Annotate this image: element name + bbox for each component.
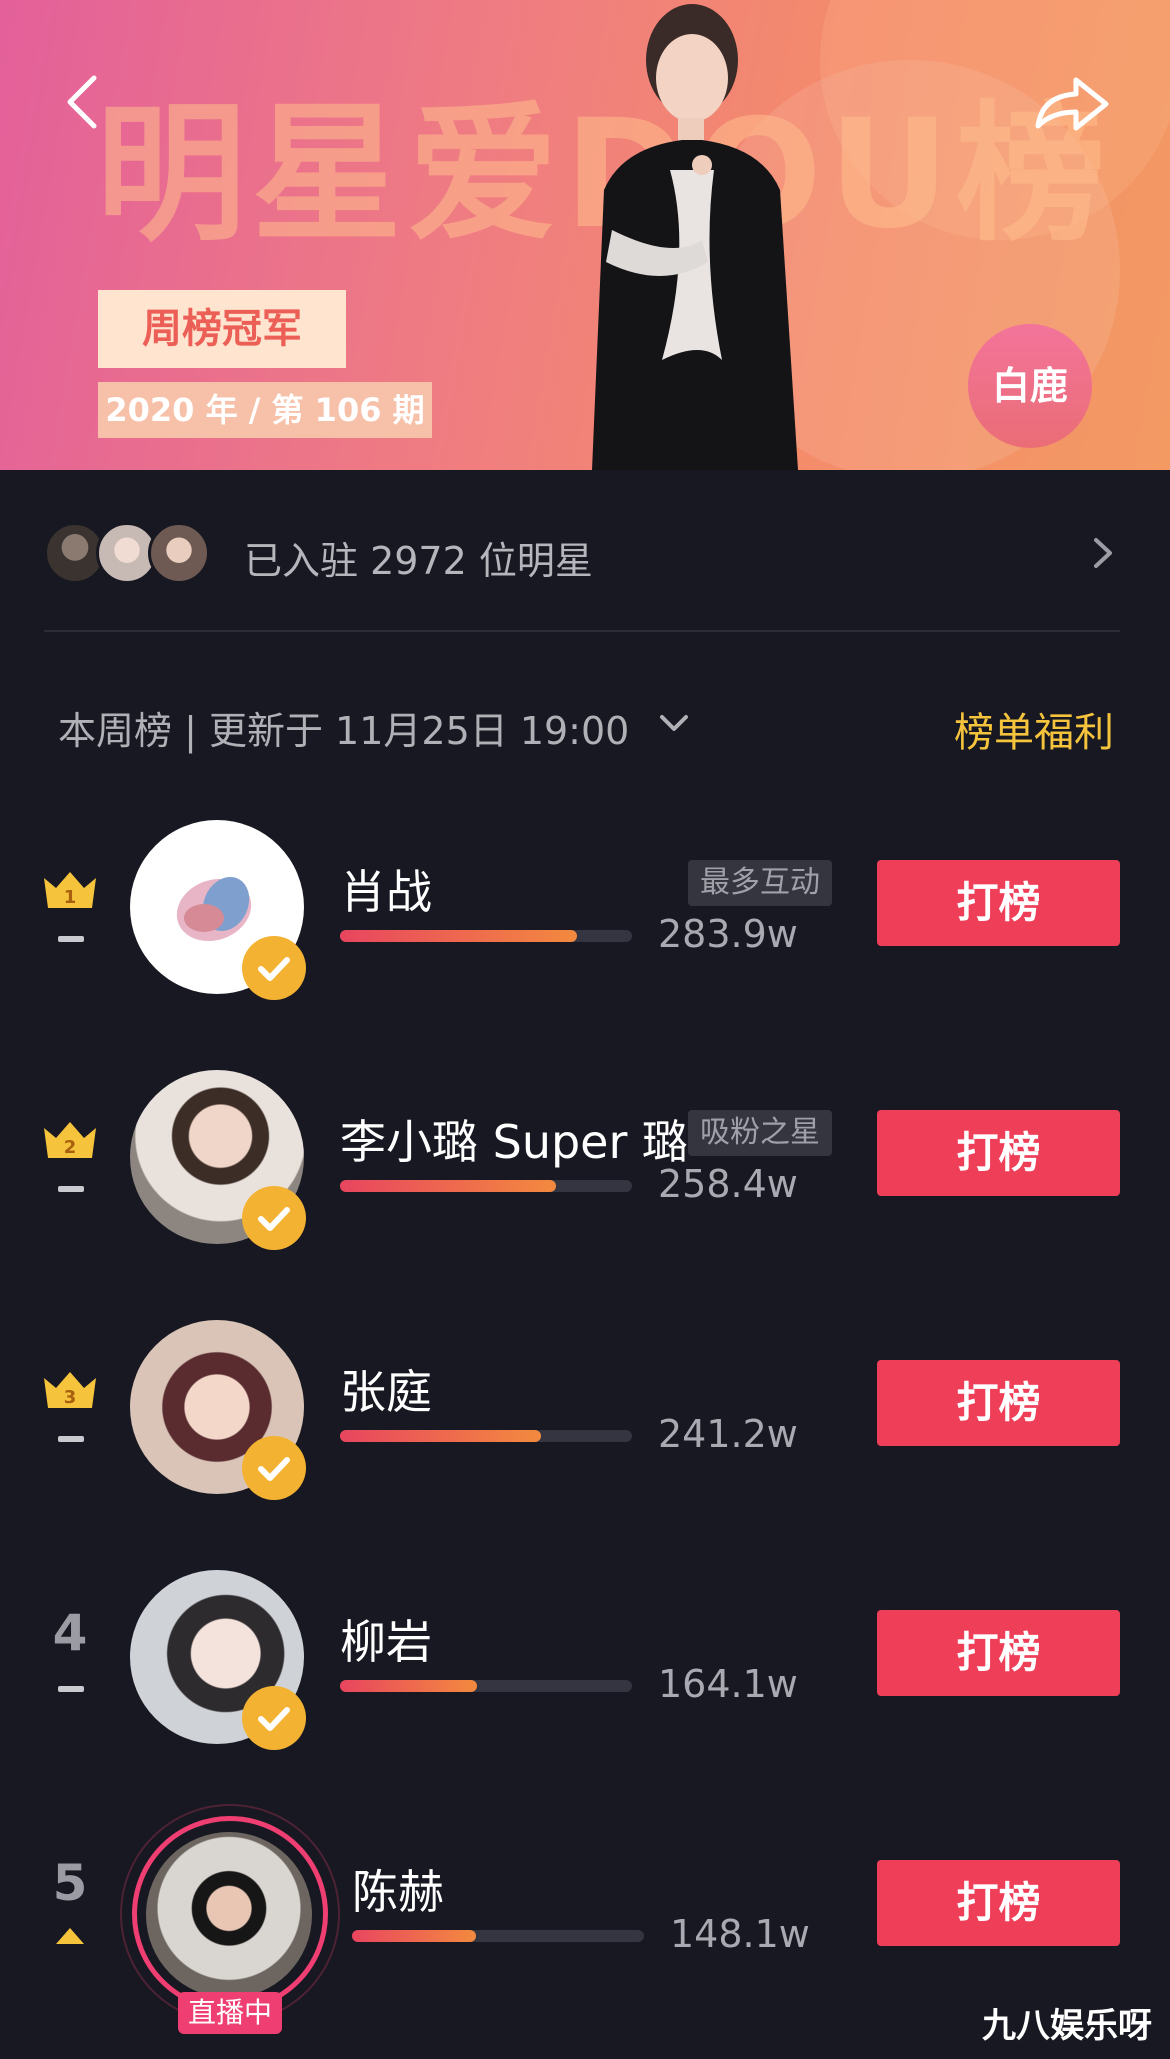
- heat-score: 148.1w: [670, 1912, 810, 1956]
- chart-benefits-link[interactable]: 榜单福利: [954, 700, 1114, 758]
- heat-score: 241.2w: [658, 1412, 798, 1456]
- heat-bar: [340, 1180, 632, 1192]
- vote-button[interactable]: 打榜: [877, 1610, 1120, 1696]
- rank-trend-same: [58, 1186, 84, 1192]
- svg-text:1: 1: [64, 887, 77, 908]
- ranking-row: 4 柳岩 164.1w 打榜: [0, 1570, 1170, 1770]
- weekly-champion-badge: 周榜冠军: [98, 290, 346, 368]
- heat-score: 283.9w: [658, 912, 798, 956]
- svg-text:2: 2: [64, 1137, 77, 1158]
- rank-number: 4: [52, 1604, 88, 1662]
- heat-bar: [340, 1680, 632, 1692]
- crown-icon: 2: [44, 1122, 96, 1158]
- heat-bar-fill: [340, 1430, 542, 1442]
- ranking-row: 2 李小璐 Super 璐 吸粉之星 258.4w 打榜: [0, 1070, 1170, 1270]
- vote-button[interactable]: 打榜: [877, 1360, 1120, 1446]
- heat-bar: [340, 1430, 632, 1442]
- verified-check-icon: [242, 1436, 306, 1500]
- heat-bar: [352, 1930, 644, 1942]
- star-tag: 最多互动: [688, 860, 832, 906]
- share-icon[interactable]: [1032, 72, 1112, 132]
- star-name[interactable]: 柳岩: [340, 1606, 432, 1672]
- vote-button[interactable]: 打榜: [877, 1860, 1120, 1946]
- avatar: [148, 522, 210, 584]
- champion-name-badge[interactable]: 白鹿: [968, 324, 1092, 448]
- vote-button[interactable]: 打榜: [877, 860, 1120, 946]
- star-tag: 吸粉之星: [688, 1110, 832, 1156]
- star-name[interactable]: 张庭: [340, 1356, 432, 1422]
- ranking-row: 3 张庭 241.2w 打榜: [0, 1320, 1170, 1520]
- star-name[interactable]: 陈赫: [352, 1856, 444, 1922]
- week-update-label: 本周榜 | 更新于 11月25日 19:00: [58, 709, 630, 753]
- vote-button[interactable]: 打榜: [877, 1110, 1120, 1196]
- heat-bar-fill: [352, 1930, 476, 1942]
- heat-score: 258.4w: [658, 1162, 798, 1206]
- ranking-row: 5 直播中 陈赫 148.1w 打榜: [0, 1804, 1170, 2034]
- verified-check-icon: [242, 1686, 306, 1750]
- watermark: 九八娱乐呀: [982, 2006, 1152, 2046]
- svg-text:3: 3: [64, 1387, 77, 1408]
- star-name[interactable]: 李小璐 Super 璐: [340, 1106, 688, 1172]
- hero-banner: 明星爱DOU榜 周榜冠军 2020 年 / 第 106 期 白鹿: [0, 0, 1170, 470]
- live-badge: 直播中: [178, 1992, 282, 2034]
- heat-bar-fill: [340, 930, 577, 942]
- joined-stars-count: 已入驻 2972 位明星: [244, 539, 593, 583]
- joined-stars-row[interactable]: 已入驻 2972 位明星: [44, 510, 1126, 594]
- star-name[interactable]: 肖战: [340, 856, 432, 922]
- chevron-down-icon[interactable]: [656, 708, 692, 738]
- ranking-row: 1 肖战 最多互动 283.9w 打榜: [0, 820, 1170, 1020]
- chevron-right-icon: [1094, 538, 1112, 568]
- rank-trend-same: [58, 936, 84, 942]
- issue-label: 2020 年 / 第 106 期: [98, 382, 432, 438]
- rank-number: 5: [52, 1854, 88, 1912]
- avatar[interactable]: [146, 1832, 312, 1998]
- back-icon[interactable]: [56, 72, 116, 132]
- star-photo: [592, 4, 798, 470]
- verified-check-icon: [242, 936, 306, 1000]
- heat-bar-fill: [340, 1680, 477, 1692]
- rank-trend-same: [58, 1436, 84, 1442]
- crown-icon: 3: [44, 1372, 96, 1408]
- crown-icon: 1: [44, 872, 96, 908]
- divider: [44, 630, 1120, 632]
- rank-up-arrow-icon: [56, 1928, 84, 1944]
- heat-bar-fill: [340, 1180, 556, 1192]
- heat-score: 164.1w: [658, 1662, 798, 1706]
- heat-bar: [340, 930, 632, 942]
- verified-check-icon: [242, 1186, 306, 1250]
- rank-trend-same: [58, 1686, 84, 1692]
